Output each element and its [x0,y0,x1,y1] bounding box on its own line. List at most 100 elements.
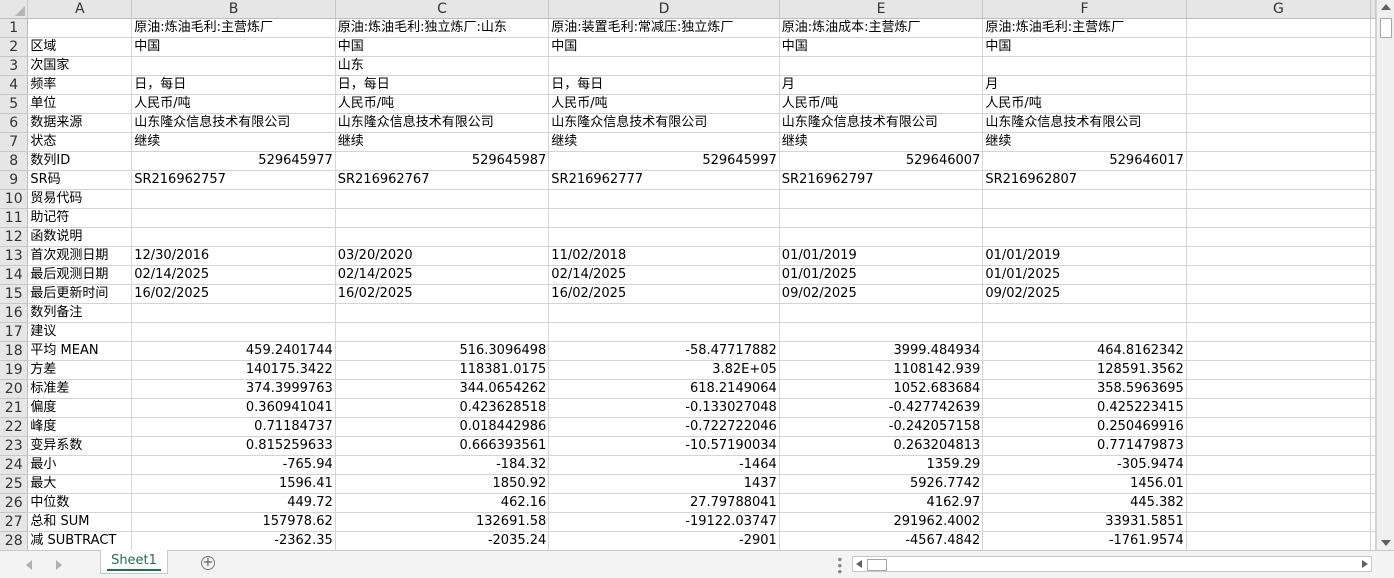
cell-e15[interactable]: 09/02/2025 [779,284,984,304]
cell-e28[interactable]: -4567.4842 [779,531,984,550]
cell-d14[interactable]: 02/14/2025 [548,265,780,285]
cell-b23[interactable]: 0.815259633 [131,436,336,456]
cell-a8[interactable]: 数列ID [27,151,133,171]
cell-f20[interactable]: 358.5963695 [982,379,1187,399]
cell-empty[interactable] [1370,75,1376,95]
cell-a19[interactable]: 方差 [27,360,133,380]
cell-f3[interactable] [982,56,1187,76]
cell-g25[interactable] [1186,474,1372,494]
cell-b4[interactable]: 日，每日 [131,75,336,95]
cell-g21[interactable] [1186,398,1372,418]
scroll-down-arrow-icon[interactable] [1381,540,1391,546]
column-header-e[interactable]: E [779,0,984,19]
cell-b21[interactable]: 0.360941041 [131,398,336,418]
cell-g11[interactable] [1186,208,1372,228]
cell-a4[interactable]: 频率 [27,75,133,95]
row-header[interactable]: 28 [0,531,29,550]
row-header[interactable]: 17 [0,322,29,342]
cell-f5[interactable]: 人民币/吨 [982,94,1187,114]
cell-f17[interactable] [982,322,1187,342]
cell-f12[interactable] [982,227,1187,247]
cell-f13[interactable]: 01/01/2019 [982,246,1187,266]
cell-f8[interactable]: 529646017 [982,151,1187,171]
cell-e3[interactable] [779,56,984,76]
cell-e21[interactable]: -0.427742639 [779,398,984,418]
cell-empty[interactable] [1370,436,1376,456]
select-all-corner[interactable] [0,0,29,19]
cell-empty[interactable] [1370,18,1376,38]
cell-d8[interactable]: 529645997 [548,151,780,171]
cell-d13[interactable]: 11/02/2018 [548,246,780,266]
cell-d9[interactable]: SR216962777 [548,170,780,190]
cell-f6[interactable]: 山东隆众信息技术有限公司 [982,113,1187,133]
cell-c1[interactable]: 原油:炼油毛利:独立炼厂:山东 [335,18,550,38]
cell-empty[interactable] [1370,379,1376,399]
cell-empty[interactable] [1370,132,1376,152]
cell-e27[interactable]: 291962.4002 [779,512,984,532]
cell-d11[interactable] [548,208,780,228]
row-header[interactable]: 13 [0,246,29,266]
cell-b8[interactable]: 529645977 [131,151,336,171]
cell-b26[interactable]: 449.72 [131,493,336,513]
cell-c24[interactable]: -184.32 [335,455,550,475]
cell-g1[interactable] [1186,18,1372,38]
column-header-a[interactable]: A [27,0,133,19]
cell-b1[interactable]: 原油:炼油毛利:主营炼厂 [131,18,336,38]
cell-e19[interactable]: 1108142.939 [779,360,984,380]
prev-sheet-arrow-icon[interactable] [26,560,32,570]
cell-a16[interactable]: 数列备注 [27,303,133,323]
cell-f23[interactable]: 0.771479873 [982,436,1187,456]
row-header[interactable]: 12 [0,227,29,247]
cell-d6[interactable]: 山东隆众信息技术有限公司 [548,113,780,133]
cell-f2[interactable]: 中国 [982,37,1187,57]
cell-empty[interactable] [1370,322,1376,342]
cell-f11[interactable] [982,208,1187,228]
cell-a13[interactable]: 首次观测日期 [27,246,133,266]
cell-b3[interactable] [131,56,336,76]
cell-c16[interactable] [335,303,550,323]
cell-f16[interactable] [982,303,1187,323]
cell-g15[interactable] [1186,284,1372,304]
cell-a25[interactable]: 最大 [27,474,133,494]
cell-b28[interactable]: -2362.35 [131,531,336,550]
cell-e24[interactable]: 1359.29 [779,455,984,475]
cell-c26[interactable]: 462.16 [335,493,550,513]
cell-c10[interactable] [335,189,550,209]
cell-d17[interactable] [548,322,780,342]
cell-d26[interactable]: 27.79788041 [548,493,780,513]
row-header[interactable]: 3 [0,56,29,76]
cell-d18[interactable]: -58.47717882 [548,341,780,361]
row-header[interactable]: 19 [0,360,29,380]
cell-e13[interactable]: 01/01/2019 [779,246,984,266]
cell-f22[interactable]: 0.250469916 [982,417,1187,437]
cell-g3[interactable] [1186,56,1372,76]
cell-empty[interactable] [1370,208,1376,228]
cell-table[interactable]: ABCDEFG 1 原油:炼油毛利:主营炼厂 原油:炼油毛利:独立炼厂:山东 原油:装… [0,0,1376,550]
cell-g27[interactable] [1186,512,1372,532]
cell-e20[interactable]: 1052.683684 [779,379,984,399]
row-header[interactable]: 11 [0,208,29,228]
cell-a11[interactable]: 助记符 [27,208,133,228]
cell-b27[interactable]: 157978.62 [131,512,336,532]
cell-empty[interactable] [1370,151,1376,171]
cell-g22[interactable] [1186,417,1372,437]
cell-d20[interactable]: 618.2149064 [548,379,780,399]
cell-e18[interactable]: 3999.484934 [779,341,984,361]
cell-a22[interactable]: 峰度 [27,417,133,437]
cell-g2[interactable] [1186,37,1372,57]
cell-empty[interactable] [1370,37,1376,57]
cell-e9[interactable]: SR216962797 [779,170,984,190]
cell-e25[interactable]: 5926.7742 [779,474,984,494]
cell-empty[interactable] [1370,227,1376,247]
cell-d5[interactable]: 人民币/吨 [548,94,780,114]
cell-empty[interactable] [1370,265,1376,285]
column-header-d[interactable]: D [548,0,780,19]
cell-f26[interactable]: 445.382 [982,493,1187,513]
row-header[interactable]: 6 [0,113,29,133]
cell-a10[interactable]: 贸易代码 [27,189,133,209]
cell-e16[interactable] [779,303,984,323]
column-header-b[interactable]: B [131,0,336,19]
scroll-up-arrow-icon[interactable] [1381,4,1391,10]
row-header[interactable]: 2 [0,37,29,57]
cell-d3[interactable] [548,56,780,76]
